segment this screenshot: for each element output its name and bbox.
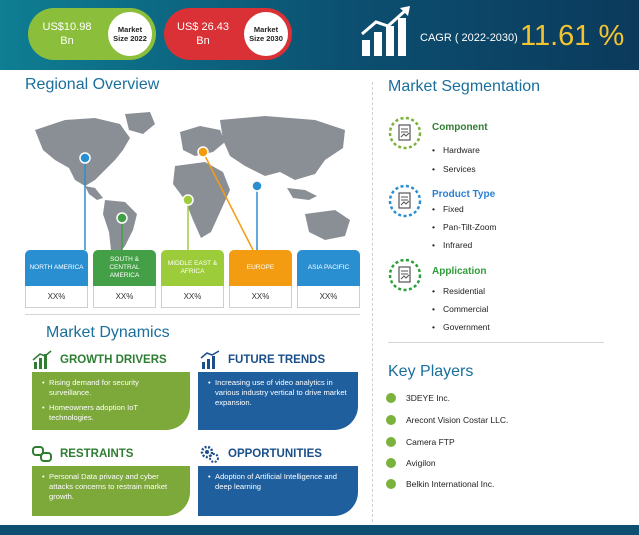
key-player-item: Belkin International Inc. [406, 479, 495, 489]
region-name: SOUTH & CENTRAL AMERICA [93, 250, 156, 286]
future-trends-title: FUTURE TRENDS [228, 354, 326, 366]
region-middle-east-africa: MIDDLE EAST & AFRICA XX% [161, 250, 224, 308]
cagr-label: CAGR ( 2022-2030) [420, 32, 518, 44]
segment-item: Fixed [432, 204, 464, 214]
bullet-icon [386, 393, 396, 403]
bullet-icon [386, 415, 396, 425]
bullet-icon [386, 437, 396, 447]
restraints-title: RESTRAINTS [60, 448, 134, 460]
market-size-2030-value: US$ 26.43 Bn [177, 21, 229, 47]
future-trends-heading: FUTURE TRENDS [200, 350, 325, 370]
key-player-item: Avigilon [406, 458, 436, 468]
restraints-heading: RESTRAINTS [32, 444, 133, 464]
region-value: XX% [25, 286, 88, 308]
trend-chart-icon [200, 350, 220, 369]
region-south-central-america: SOUTH & CENTRAL AMERICA XX% [93, 250, 156, 308]
segment-item: Commercial [432, 304, 488, 314]
market-size-2022-value: US$10.98 Bn [42, 21, 92, 47]
bullet-icon [386, 458, 396, 468]
growth-chart-icon [361, 6, 410, 56]
footer-bar [0, 525, 639, 535]
bar-chart-icon [32, 350, 52, 369]
region-name: ASIA PACIFIC [297, 250, 360, 286]
document-chart-icon [388, 184, 422, 218]
growth-drivers-heading: GROWTH DRIVERS [32, 350, 167, 370]
segment-product-type-title: Product Type [432, 189, 496, 200]
segment-item: Pan-Tilt-Zoom [432, 222, 497, 232]
column-divider [372, 82, 373, 522]
segment-component-title: Component [432, 122, 488, 133]
region-north-america: NORTH AMERICA XX% [25, 250, 88, 308]
list-item: Personal Data privacy and cyber attacks … [42, 472, 182, 502]
market-dynamics-title: Market Dynamics [46, 324, 170, 341]
list-item: Rising demand for security surveillance. [42, 378, 182, 398]
infographic-page: US$10.98 Bn Market Size 2022 US$ 26.43 B… [0, 0, 639, 535]
key-players-title: Key Players [388, 363, 474, 380]
region-name: NORTH AMERICA [25, 250, 88, 286]
segment-item: Hardware [432, 145, 480, 155]
cagr-value: 11.61 % [520, 20, 625, 52]
bullet-icon [386, 479, 396, 489]
region-value: XX% [161, 286, 224, 308]
region-asia-pacific: ASIA PACIFIC XX% [297, 250, 360, 308]
market-size-2030-label: Market Size 2030 [244, 12, 288, 56]
market-size-2022-pill: US$10.98 Bn Market Size 2022 [28, 8, 156, 60]
document-chart-icon [388, 116, 422, 150]
region-name: MIDDLE EAST & AFRICA [161, 250, 224, 286]
restraints-card: Personal Data privacy and cyber attacks … [32, 466, 190, 516]
opportunities-heading: OPPORTUNITIES [200, 444, 322, 464]
chain-link-icon [32, 446, 52, 462]
region-value: XX% [297, 286, 360, 308]
opportunities-title: OPPORTUNITIES [228, 448, 322, 460]
market-segmentation-title: Market Segmentation [388, 78, 541, 95]
key-player-item: Arecont Vision Costar LLC. [406, 415, 509, 425]
list-item: Adoption of Artificial Intelligence and … [208, 472, 350, 492]
header-banner: US$10.98 Bn Market Size 2022 US$ 26.43 B… [0, 0, 639, 70]
future-trends-card: Increasing use of video analytics in var… [198, 372, 358, 430]
region-value: XX% [93, 286, 156, 308]
market-size-2030-pill: US$ 26.43 Bn Market Size 2030 [164, 8, 292, 60]
region-europe: EUROPE XX% [229, 250, 292, 308]
list-item: Increasing use of video analytics in var… [208, 378, 350, 408]
segment-application-title: Application [432, 266, 487, 277]
section-divider [388, 342, 604, 343]
segment-item: Services [432, 164, 476, 174]
region-name: EUROPE [229, 250, 292, 286]
segment-item: Residential [432, 286, 485, 296]
gears-icon [200, 445, 219, 463]
growth-drivers-title: GROWTH DRIVERS [60, 354, 167, 366]
opportunities-card: Adoption of Artificial Intelligence and … [198, 466, 358, 516]
key-player-item: 3DEYE Inc. [406, 393, 450, 403]
document-chart-icon [388, 258, 422, 292]
key-player-item: Camera FTP [406, 437, 455, 447]
world-map [35, 112, 350, 256]
region-value: XX% [229, 286, 292, 308]
section-divider [25, 314, 360, 315]
list-item: Homeowners adoption IoT technologies. [42, 403, 182, 423]
regional-overview-title: Regional Overview [25, 76, 160, 93]
market-size-2022-label: Market Size 2022 [108, 12, 152, 56]
growth-drivers-card: Rising demand for security surveillance.… [32, 372, 190, 430]
segment-item: Government [432, 322, 490, 332]
segment-item: Infrared [432, 240, 472, 250]
